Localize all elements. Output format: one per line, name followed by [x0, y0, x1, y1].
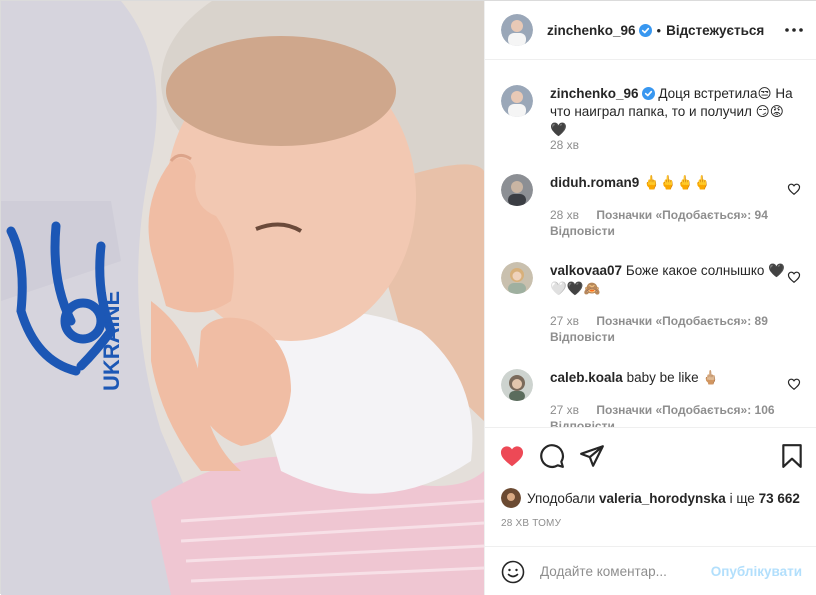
post-actions: Уподобали valeria_horodynska і ще 73 662… — [485, 427, 816, 545]
comment-text: 🖕🖕🖕🖕 — [643, 175, 711, 190]
comment-time[interactable]: 27 хв — [550, 314, 579, 328]
comment-time[interactable]: 27 хв — [550, 403, 579, 417]
commenter-avatar[interactable] — [501, 174, 533, 206]
commenter-avatar[interactable] — [501, 369, 533, 401]
caption-meta: 28 хв — [550, 137, 593, 153]
caption-body: zinchenko_96 Доця встретила😒 На что наиг… — [550, 85, 795, 139]
reply-button[interactable]: Відповісти — [550, 418, 775, 427]
comment-body: valkovaa07 Боже какое солнышко 🖤🤍🖤🙈 — [550, 262, 795, 298]
comment-input[interactable] — [540, 559, 710, 583]
follow-status-button[interactable]: Відстежується — [666, 23, 764, 38]
emoji-icon[interactable] — [501, 560, 525, 584]
comment-body: caleb.koala baby be like 🖕🏼 — [550, 369, 795, 387]
verified-badge-icon — [638, 23, 652, 37]
post-caption: zinchenko_96 Доця встретила😒 На что наиг… — [501, 85, 801, 175]
comment-likes-count[interactable]: Позначки «Подобається»: 106 — [596, 403, 774, 417]
heart-filled-icon[interactable] — [499, 443, 525, 469]
comment-like-icon[interactable] — [787, 377, 801, 391]
comment-body: diduh.roman9 🖕🖕🖕🖕 — [550, 174, 795, 192]
liked-prefix: Уподобали — [527, 490, 596, 506]
comment-username[interactable]: caleb.koala — [550, 370, 623, 385]
comment-meta: 27 хв Позначки «Подобається»: 89 Відпові… — [550, 313, 768, 345]
comment-item: valkovaa07 Боже какое солнышко 🖤🤍🖤🙈 27 х… — [501, 262, 801, 348]
comment-icon[interactable] — [539, 443, 565, 469]
jersey-text: UKRAINE — [99, 291, 124, 391]
caption-time[interactable]: 28 хв — [550, 138, 579, 152]
bookmark-icon[interactable] — [779, 443, 805, 469]
post-timestamp[interactable]: 28 ХВ ТОМУ — [501, 518, 561, 529]
publish-button[interactable]: Опублікувати — [711, 564, 802, 579]
comment-like-icon[interactable] — [787, 182, 801, 196]
comment-likes-count[interactable]: Позначки «Подобається»: 94 — [596, 208, 767, 222]
comment-like-icon[interactable] — [787, 270, 801, 284]
verified-badge-icon — [641, 87, 655, 100]
separator-dot: • — [656, 22, 662, 38]
liker-avatar[interactable] — [501, 488, 521, 508]
instagram-post: UKRAINE zinchenko_96 • Відстежується zin… — [0, 0, 816, 595]
post-header: zinchenko_96 • Відстежується — [485, 1, 816, 60]
likes-summary: Уподобали valeria_horodynska і ще 73 662 — [501, 488, 800, 508]
comment-username[interactable]: diduh.roman9 — [550, 175, 639, 190]
likes-count[interactable]: 73 662 — [759, 491, 800, 506]
comment-item: diduh.roman9 🖕🖕🖕🖕 28 хв Позначки «Подоба… — [501, 174, 801, 244]
author-username[interactable]: zinchenko_96 — [547, 23, 636, 38]
liked-mid: і ще — [729, 490, 755, 506]
post-side-panel: zinchenko_96 • Відстежується zinchenko_9… — [484, 1, 816, 595]
commenter-avatar[interactable] — [501, 262, 533, 294]
comment-item: caleb.koala baby be like 🖕🏼 27 хв Познач… — [501, 369, 801, 427]
comment-username[interactable]: valkovaa07 — [550, 263, 622, 278]
post-photo[interactable]: UKRAINE — [1, 1, 484, 595]
reply-button[interactable]: Відповісти — [550, 329, 768, 345]
add-comment-bar: Опублікувати — [485, 546, 816, 595]
comment-time[interactable]: 28 хв — [550, 208, 579, 222]
liker-username[interactable]: valeria_horodynska — [599, 491, 726, 506]
caption-author-avatar[interactable] — [501, 85, 533, 117]
comment-meta: 28 хв Позначки «Подобається»: 94 Відпові… — [550, 207, 768, 239]
baby-photo-illustration: UKRAINE — [1, 1, 484, 595]
comment-likes-count[interactable]: Позначки «Подобається»: 89 — [596, 314, 767, 328]
comment-meta: 27 хв Позначки «Подобається»: 106 Відпов… — [550, 402, 775, 427]
caption-username[interactable]: zinchenko_96 — [550, 86, 639, 101]
more-options-icon[interactable] — [784, 21, 804, 39]
comments-list[interactable]: zinchenko_96 Доця встретила😒 На что наиг… — [485, 61, 816, 427]
comment-text: baby be like 🖕🏼 — [626, 370, 720, 385]
reply-button[interactable]: Відповісти — [550, 223, 768, 239]
share-icon[interactable] — [579, 443, 605, 469]
author-avatar[interactable] — [501, 14, 533, 46]
